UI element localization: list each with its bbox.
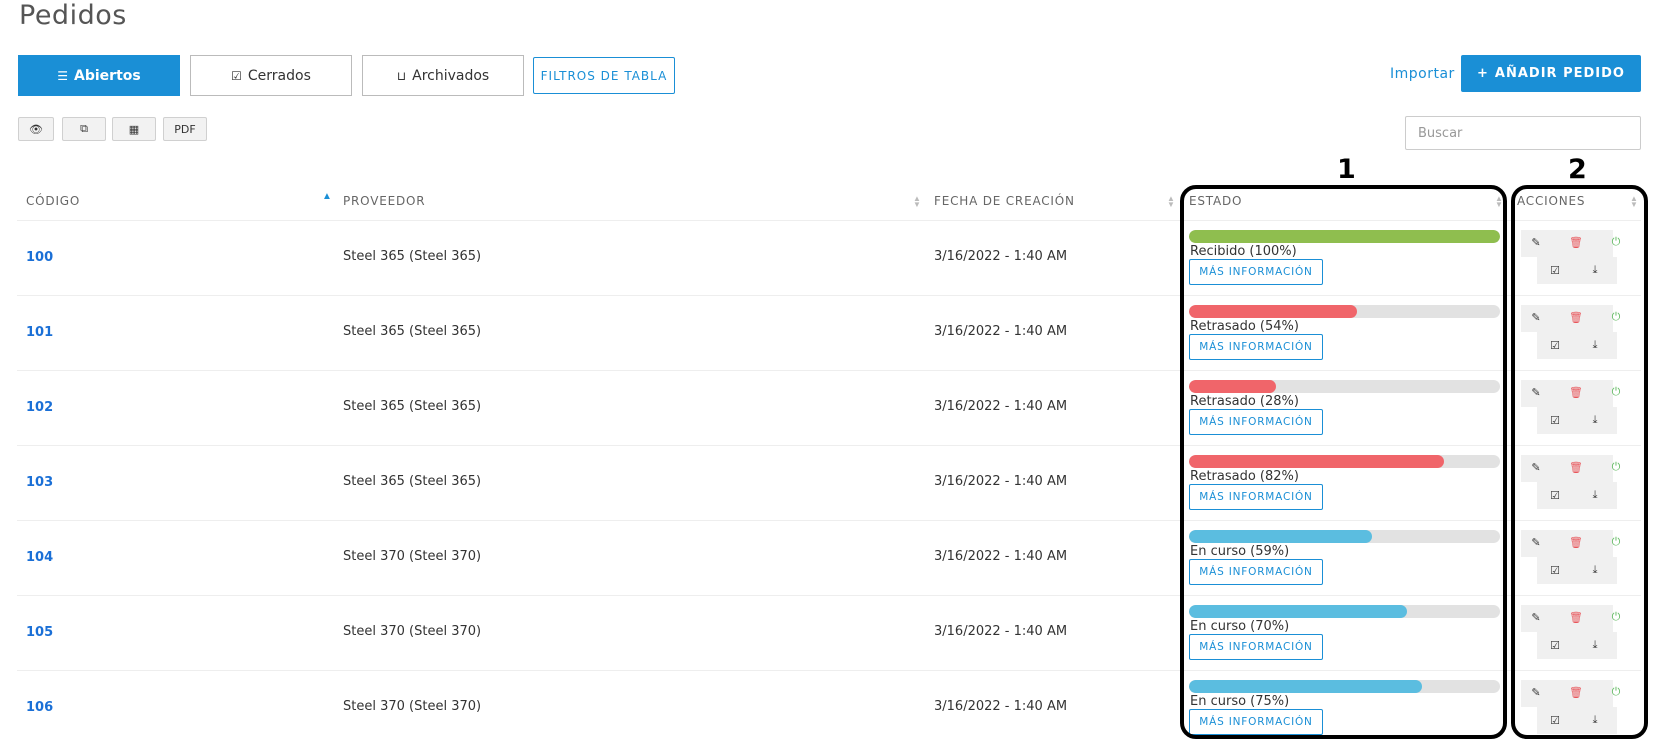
copy-button[interactable]: ⧉ [62,117,106,141]
provider-cell: Steel 370 (Steel 370) [343,549,482,564]
sort-icon[interactable]: ▲ ▼ [1167,195,1175,209]
tab-label: Archivados [412,67,490,84]
date-cell: 3/16/2022 - 1:40 AM [934,474,1068,489]
provider-cell: Steel 365 (Steel 365) [343,324,482,339]
column-header-code[interactable]: CÓDIGO [26,194,80,208]
sort-icon[interactable]: ▲ ▼ [913,195,921,209]
import-link[interactable]: Importar [1390,66,1455,82]
tab-cerrados[interactable]: ☑ Cerrados [190,55,352,96]
list-icon: ☰ [57,68,69,83]
date-cell: 3/16/2022 - 1:40 AM [934,399,1068,414]
date-cell: 3/16/2022 - 1:40 AM [934,624,1068,639]
column-header-provider[interactable]: PROVEEDOR [343,194,425,208]
add-order-button[interactable]: + AÑADIR PEDIDO [1461,55,1641,92]
view-columns-button[interactable]: 👁 [18,117,54,141]
page-title: Pedidos [19,0,127,31]
excel-button[interactable]: ▦ [112,117,156,141]
annotation-label-1: 1 [1337,154,1356,185]
provider-cell: Steel 365 (Steel 365) [343,399,482,414]
search-input[interactable] [1405,116,1641,150]
date-cell: 3/16/2022 - 1:40 AM [934,249,1068,264]
order-code-link[interactable]: 105 [26,625,53,640]
plus-icon: + [1477,66,1489,81]
date-cell: 3/16/2022 - 1:40 AM [934,699,1068,714]
sort-asc-icon[interactable]: ▲ [322,192,332,202]
tab-archivados[interactable]: ⊔ Archivados [362,55,524,96]
order-code-link[interactable]: 102 [26,400,53,415]
add-order-label: AÑADIR PEDIDO [1494,66,1625,81]
column-header-date[interactable]: FECHA DE CREACIÓN [934,194,1075,208]
table-filters-button[interactable]: FILTROS DE TABLA [533,57,675,94]
date-cell: 3/16/2022 - 1:40 AM [934,549,1068,564]
copy-icon: ⧉ [80,122,88,135]
annotation-box-1 [1180,185,1507,739]
tab-abiertos[interactable]: ☰ Abiertos [18,55,180,96]
provider-cell: Steel 365 (Steel 365) [343,249,482,264]
provider-cell: Steel 365 (Steel 365) [343,474,482,489]
pdf-button[interactable]: PDF [163,117,207,141]
date-cell: 3/16/2022 - 1:40 AM [934,324,1068,339]
tab-label: Abiertos [74,67,141,84]
order-code-link[interactable]: 104 [26,550,53,565]
annotation-box-2 [1511,185,1648,739]
provider-cell: Steel 370 (Steel 370) [343,624,482,639]
annotation-label-2: 2 [1568,154,1587,185]
order-code-link[interactable]: 106 [26,700,53,715]
order-code-link[interactable]: 100 [26,250,53,265]
eye-icon: 👁 [29,122,43,136]
order-code-link[interactable]: 103 [26,475,53,490]
tab-label: Cerrados [247,67,311,84]
provider-cell: Steel 370 (Steel 370) [343,699,482,714]
table-icon: ▦ [128,122,140,136]
order-code-link[interactable]: 101 [26,325,53,340]
inbox-icon: ⊔ [396,68,407,83]
check-square-icon: ☑ [231,68,242,83]
